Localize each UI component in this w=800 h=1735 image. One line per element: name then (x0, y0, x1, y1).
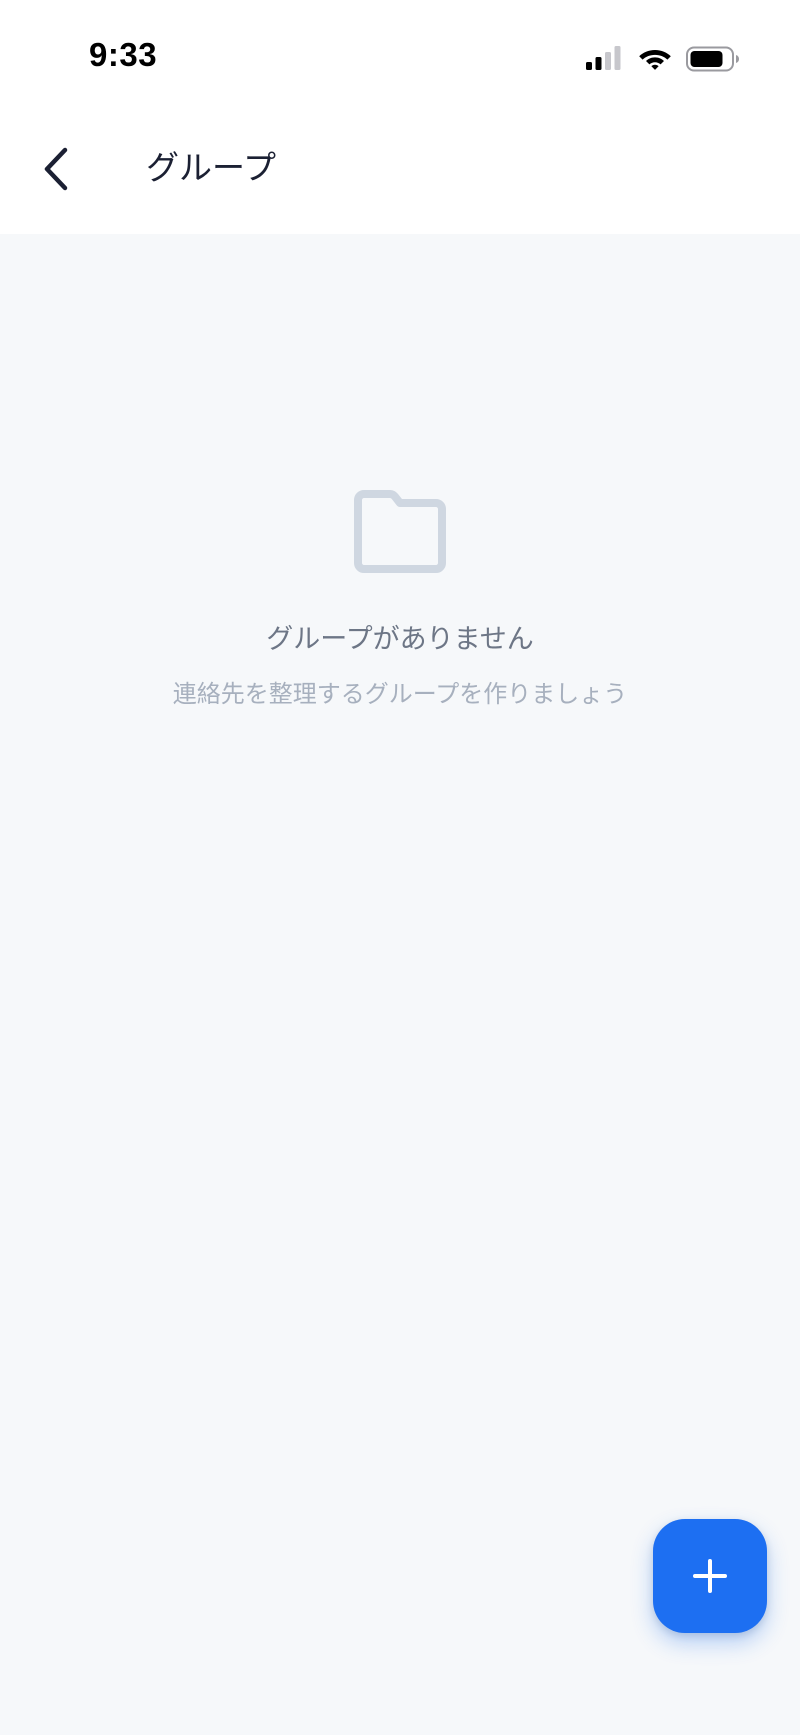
folder-icon (354, 490, 446, 573)
status-time: 9:33 (89, 36, 158, 73)
status-bar: 9:33 (0, 0, 800, 110)
signal-icon (586, 46, 621, 70)
page-title: グループ (146, 148, 277, 187)
chevron-left-icon (44, 147, 68, 191)
battery-icon (686, 46, 739, 72)
empty-state-subtitle: 連絡先を整理するグループを作りましょう (172, 680, 628, 709)
plus-icon (693, 1559, 727, 1593)
status-icons (586, 44, 740, 74)
add-group-button[interactable] (653, 1519, 767, 1633)
wifi-icon (639, 50, 671, 70)
app-header: グループ (0, 110, 800, 234)
empty-state-title: グループがありません (266, 624, 534, 655)
empty-state: グループがありません 連絡先を整理するグループを作りましょう (0, 490, 800, 709)
back-button[interactable] (30, 138, 82, 200)
